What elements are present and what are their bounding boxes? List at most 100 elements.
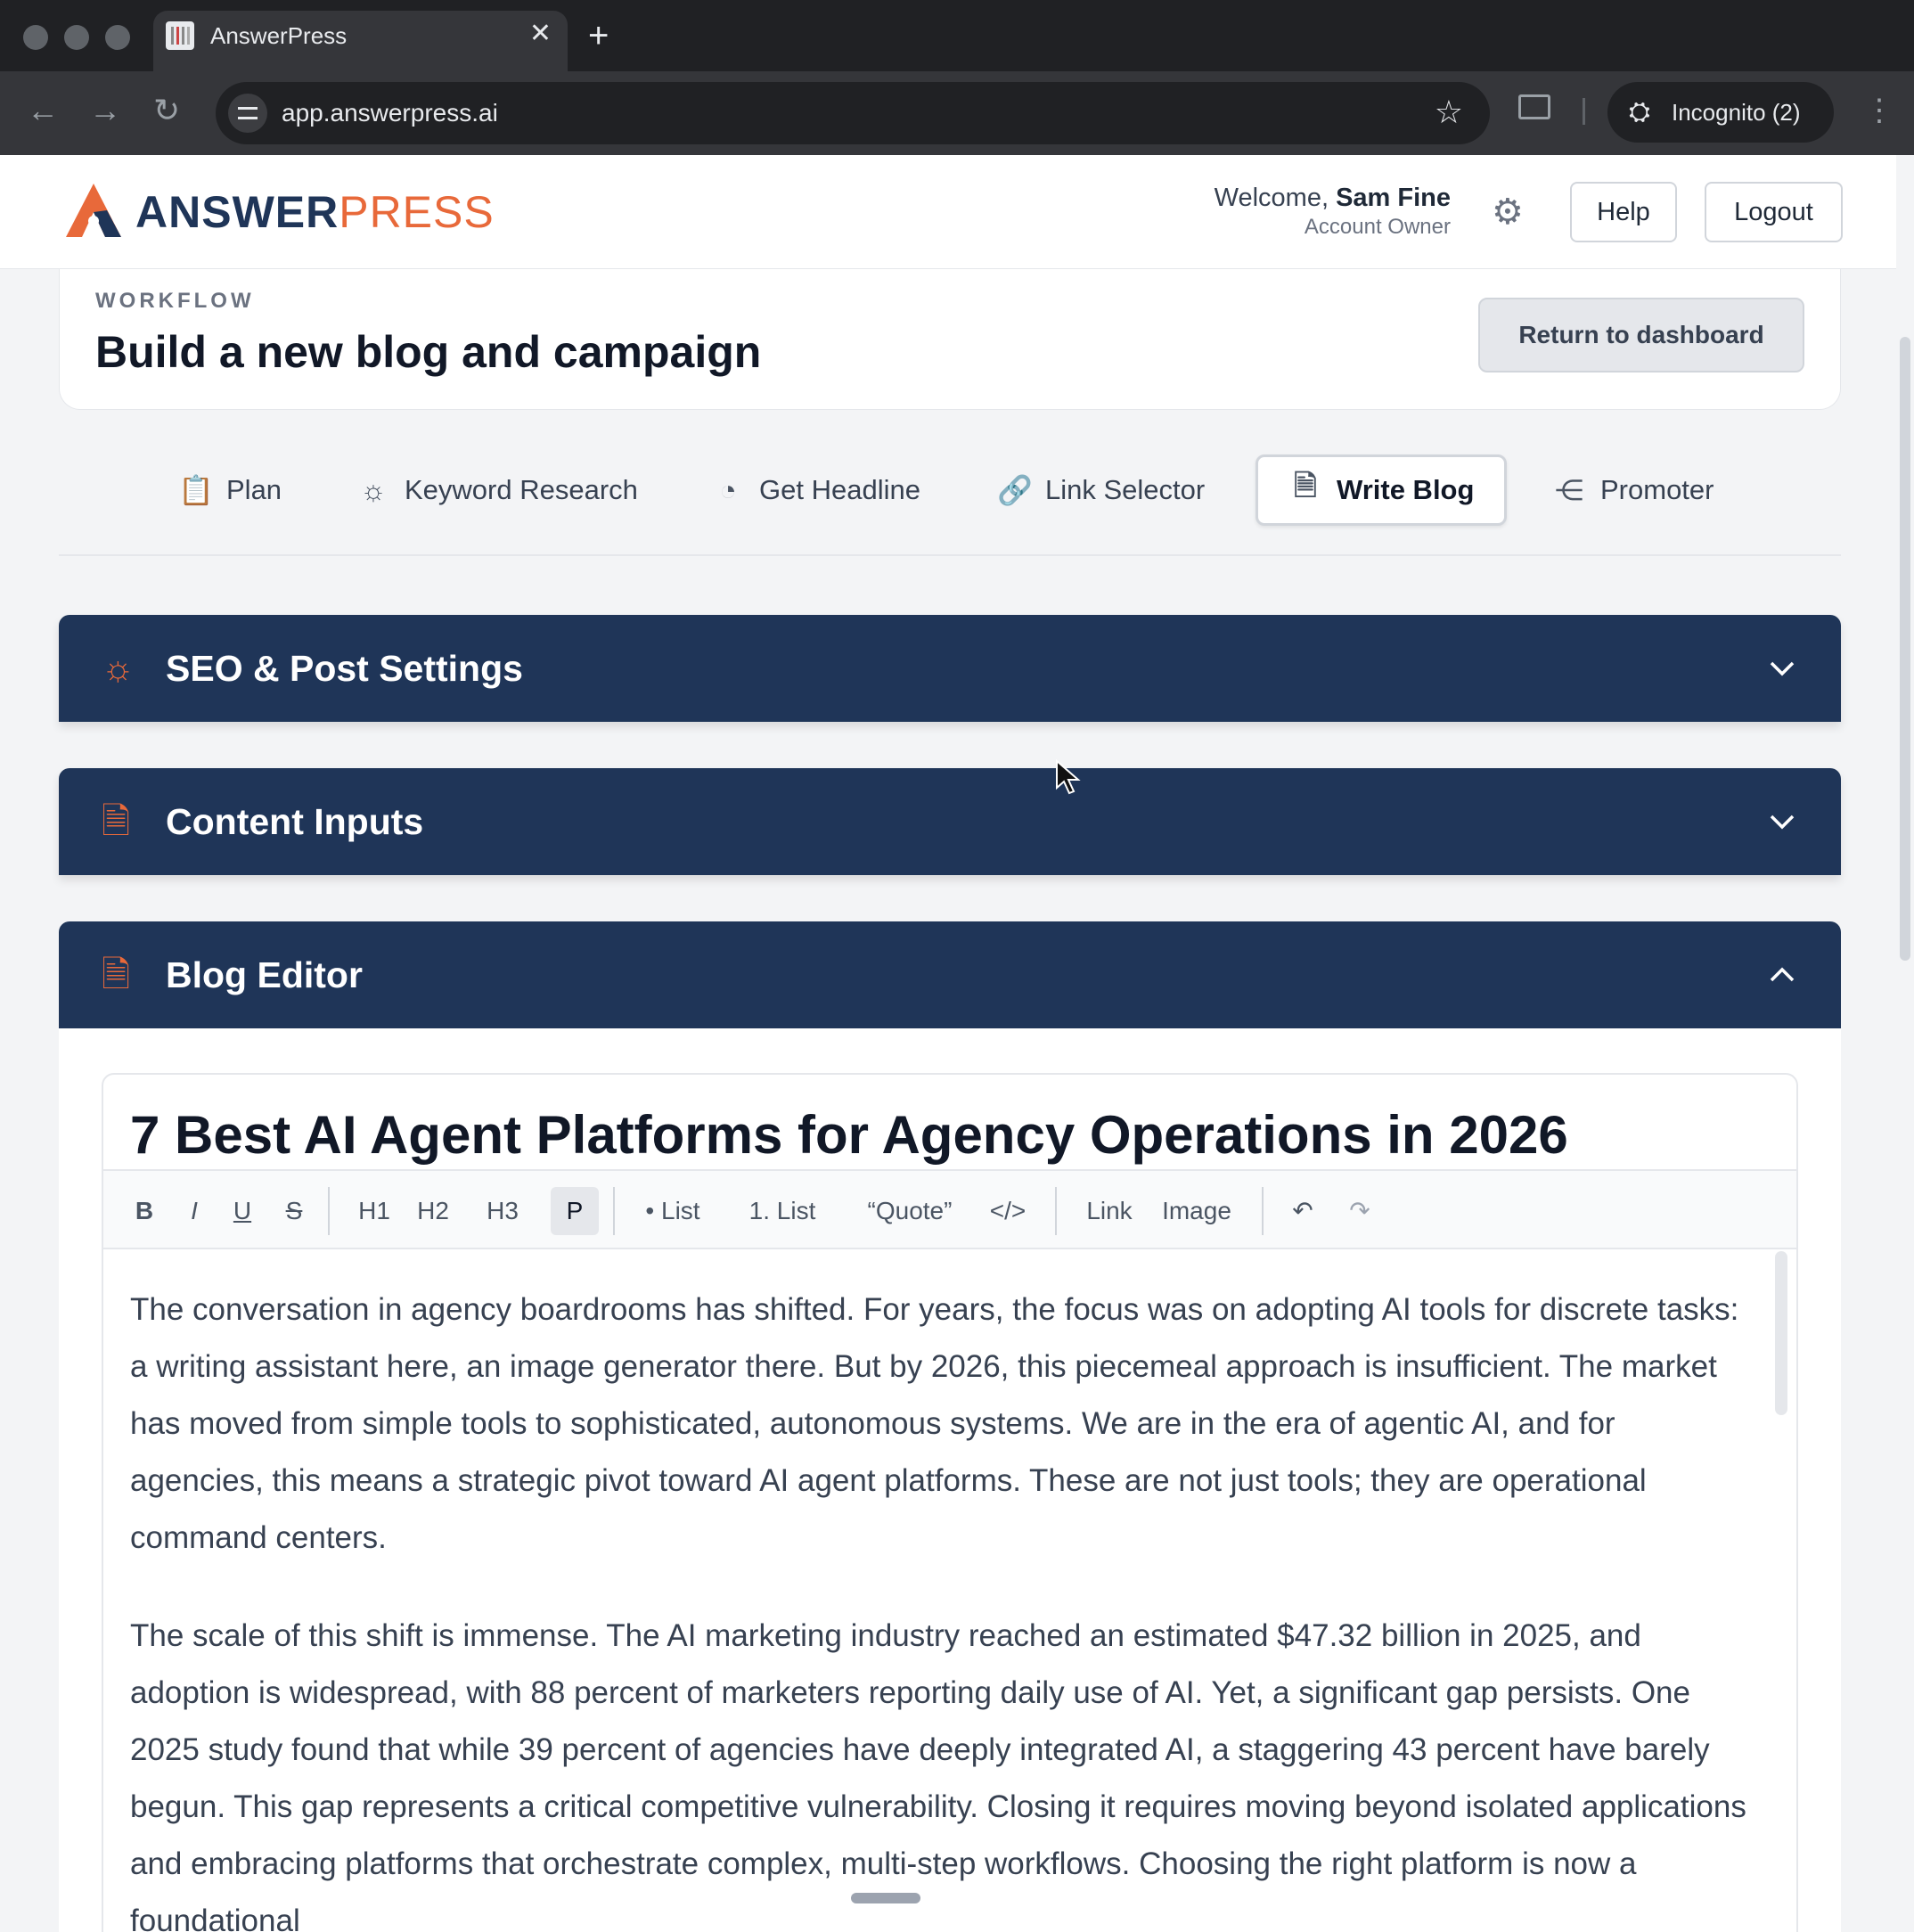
page-title: Build a new blog and campaign [95,327,762,377]
back-arrow-icon[interactable]: ← [27,91,59,130]
toolbar-divider [1055,1187,1057,1235]
document-icon: 🗎 [102,955,131,995]
step-link-selector[interactable]: 🔗 Link Selector [997,454,1205,526]
lightbulb-icon: ☼ [102,649,135,688]
paragraph: The conversation in agency boardrooms ha… [130,1292,1739,1555]
reload-icon[interactable]: ↻ [153,91,180,130]
step-label: Get Headline [759,474,920,505]
workflow-eyebrow: WORKFLOW [95,289,255,313]
favicon-icon [166,21,194,50]
toolbar-divider [328,1187,330,1235]
forward-arrow-icon[interactable]: → [89,91,121,130]
accordion-title: Blog Editor [166,954,363,995]
link-icon: 🔗 [997,474,1033,506]
mouse-cursor-icon [1056,759,1081,795]
incognito-badge[interactable]: ⛭ Incognito (2) [1607,82,1834,143]
document-icon: 🗎 [1294,470,1317,502]
window-controls [23,25,130,50]
step-label: Keyword Research [405,474,638,505]
browser-menu-icon[interactable]: ⋮ [1864,89,1894,132]
paragraph: The scale of this shift is immense. The … [130,1618,1746,1932]
seo-post-settings-accordion[interactable]: ☼ SEO & Post Settings [59,615,1841,722]
logout-button[interactable]: Logout [1705,182,1843,242]
app-header: ANSWERPRESS Welcome, Sam Fine Account Ow… [0,155,1914,269]
site-settings-icon[interactable] [228,94,267,133]
redo-icon[interactable]: ↷ [1342,1187,1378,1235]
workflow-steps: 📋 Plan ☼ Keyword Research ◔ Get Headline… [59,446,1841,556]
toolbar-divider [1262,1187,1264,1235]
browser-chrome: AnswerPress ✕ + ← → ↻ app.answerpress.ai… [0,0,1914,155]
close-window-button[interactable] [23,25,48,50]
lens-search-icon[interactable] [1518,94,1550,119]
ordered-list-button[interactable]: 1. List [732,1187,832,1235]
new-tab-button[interactable]: + [588,14,609,57]
step-label: Link Selector [1045,474,1206,505]
paragraph-button[interactable]: P [551,1187,599,1235]
blog-editor-accordion[interactable]: 🗎 Blog Editor [59,921,1841,1028]
step-label: Write Blog [1337,474,1475,505]
tab-title: AnswerPress [210,22,348,49]
step-promoter[interactable]: ⋲ Promoter [1552,454,1714,526]
user-welcome: Welcome, Sam Fine Account Owner [1215,182,1451,241]
document-icon: 🗎 [102,802,131,841]
user-role: Account Owner [1304,215,1451,239]
page-scrollbar[interactable] [1896,155,1914,1932]
maximize-window-button[interactable] [105,25,130,50]
blog-editor-panel: 7 Best AI Agent Platforms for Agency Ope… [59,1028,1841,1932]
blog-title[interactable]: 7 Best AI Agent Platforms for Agency Ope… [130,1101,1568,1169]
italic-button[interactable]: I [176,1187,212,1235]
code-button[interactable]: </> [980,1187,1035,1235]
toolbar-divider [1583,98,1585,125]
step-label: Plan [226,474,282,505]
step-write-blog[interactable]: 🗎 Write Blog [1256,454,1508,526]
incognito-label: Incognito (2) [1672,99,1801,126]
resize-handle[interactable] [851,1893,920,1903]
chevron-down-icon[interactable] [1764,651,1800,686]
editor-scrollbar[interactable] [1775,1251,1787,1415]
bookmark-star-icon[interactable]: ☆ [1435,94,1463,130]
url-text[interactable]: app.answerpress.ai [282,99,498,127]
address-bar[interactable]: app.answerpress.ai ☆ [216,82,1490,144]
link-button[interactable]: Link [1078,1187,1141,1235]
browser-tab[interactable]: AnswerPress ✕ [153,11,568,71]
bold-button[interactable]: B [127,1187,162,1235]
step-plan[interactable]: 📋 Plan [178,454,282,526]
heading-1-button[interactable]: H1 [351,1187,397,1235]
editor-frame: 7 Best AI Agent Platforms for Agency Ope… [102,1073,1798,1932]
clipboard-icon: 📋 [178,474,214,506]
user-name: Sam Fine [1336,184,1451,212]
step-label: Promoter [1600,474,1714,505]
brand-logo-text[interactable]: ANSWERPRESS [135,185,495,239]
incognito-icon: ⛭ [1629,97,1650,127]
underline-button[interactable]: U [225,1187,260,1235]
undo-icon[interactable]: ↶ [1285,1187,1321,1235]
heading-3-button[interactable]: H3 [479,1187,526,1235]
format-toolbar: B I U S H1 H2 H3 P • List 1. List “Quote… [103,1169,1796,1249]
share-icon: ⋲ [1555,474,1583,506]
help-button[interactable]: Help [1570,182,1677,242]
content-inputs-accordion[interactable]: 🗎 Content Inputs [59,768,1841,875]
answerpress-logo-icon [66,184,121,237]
image-button[interactable]: Image [1151,1187,1242,1235]
tab-close-icon[interactable]: ✕ [529,20,552,48]
heading-2-button[interactable]: H2 [410,1187,456,1235]
welcome-prefix: Welcome, [1214,184,1337,212]
toolbar-divider [613,1187,615,1235]
minimize-window-button[interactable] [64,25,89,50]
step-keyword-research[interactable]: ☼ Keyword Research [356,454,638,526]
chevron-up-icon[interactable] [1764,957,1800,993]
strikethrough-button[interactable]: S [276,1187,312,1235]
step-get-headline[interactable]: ◔ Get Headline [711,454,920,526]
return-to-dashboard-button[interactable]: Return to dashboard [1478,298,1804,372]
chevron-down-icon[interactable] [1764,804,1800,839]
quote-button[interactable]: “Quote” [857,1187,962,1235]
workflow-card: WORKFLOW Build a new blog and campaign R… [59,269,1841,410]
accordion-title: SEO & Post Settings [166,648,523,689]
headline-icon: ◔ [719,473,737,506]
bullet-list-button[interactable]: • List [634,1187,711,1235]
settings-gear-icon[interactable]: ⚙ [1492,192,1524,232]
accordion-title: Content Inputs [166,801,424,842]
page-scrollbar-thumb[interactable] [1900,337,1910,961]
lightbulb-icon: ☼ [360,473,387,506]
editor-content[interactable]: The conversation in agency boardrooms ha… [130,1281,1752,1932]
